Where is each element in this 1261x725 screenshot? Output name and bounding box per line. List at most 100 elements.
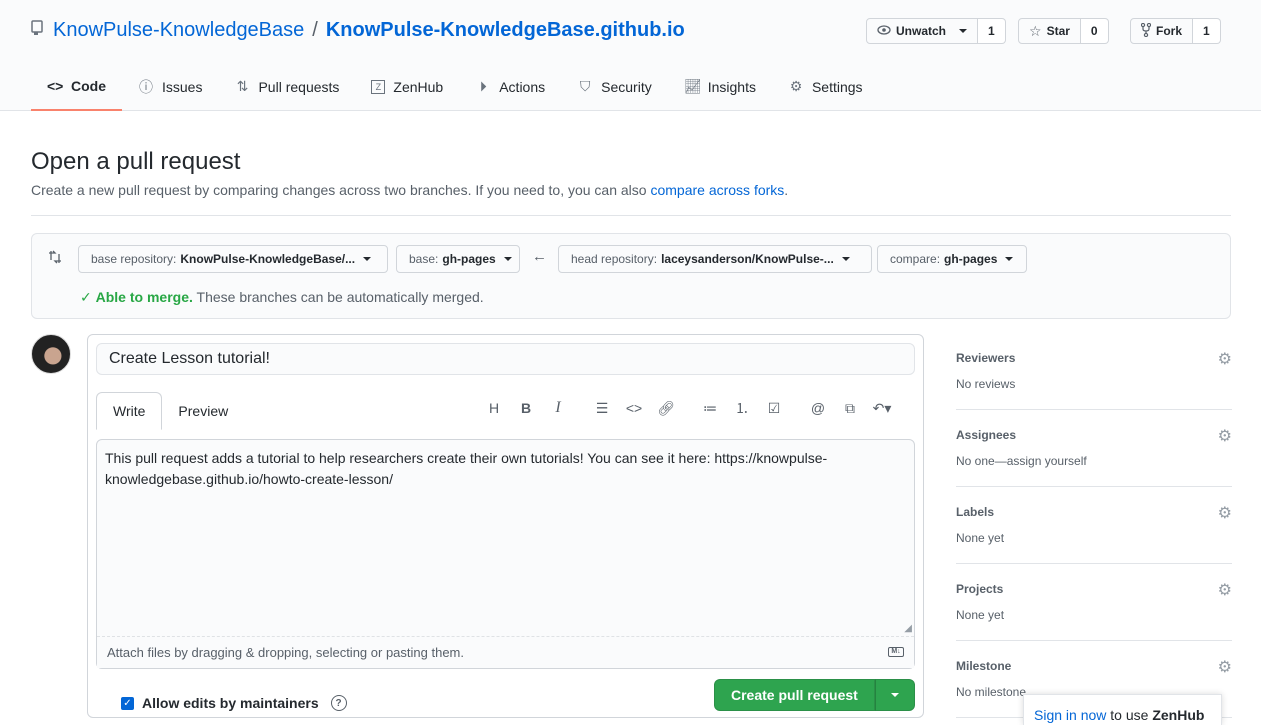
sidebar-labels: Labels ⚙ None yet <box>956 487 1232 564</box>
star-button[interactable]: ☆ Star <box>1018 18 1081 44</box>
tab-pull-requests[interactable]: ⇅ Pull requests <box>218 62 355 111</box>
zenhub-signin-link[interactable]: Sign in now <box>1034 707 1106 723</box>
sidebar-heading[interactable]: Labels <box>956 505 994 519</box>
star-count[interactable]: 0 <box>1080 18 1109 44</box>
create-pr-button[interactable]: Create pull request <box>714 679 875 711</box>
watch-group: Unwatch 1 <box>866 18 1006 44</box>
tab-issues[interactable]: ⓘ Issues <box>122 62 218 111</box>
pr-composer: Write Preview H B I ☰ <> 🔗︎ ≔ ⒈ ☑ @ ⧉ ↶▾… <box>87 334 924 718</box>
repo-icon <box>31 20 43 41</box>
repo-owner-link[interactable]: KnowPulse-KnowledgeBase <box>53 19 304 42</box>
compare-value: gh-pages <box>944 252 998 266</box>
italic-icon[interactable]: I <box>542 397 574 419</box>
pr-body-text[interactable]: This pull request adds a tutorial to hel… <box>97 440 914 636</box>
issue-icon: ⓘ <box>139 78 153 95</box>
sidebar-heading[interactable]: Assignees <box>956 428 1016 442</box>
write-preview-tabs: Write Preview <box>96 392 244 430</box>
code-icon[interactable]: <> <box>618 397 650 419</box>
markdown-icon[interactable]: M↓ <box>888 647 904 657</box>
tab-label: Settings <box>811 78 863 95</box>
allow-edits-checkbox-row[interactable]: ✓ Allow edits by maintainers ? <box>121 695 347 711</box>
fork-button[interactable]: Fork <box>1130 18 1194 44</box>
quote-icon[interactable]: ☰ <box>586 397 618 419</box>
sidebar-projects: Projects ⚙ None yet <box>956 564 1232 641</box>
repo-name-link[interactable]: KnowPulse-KnowledgeBase.github.io <box>326 19 685 42</box>
reply-icon[interactable]: ↶▾ <box>866 397 898 419</box>
head-repository-select[interactable]: head repository: laceysanderson/KnowPulse… <box>558 245 872 273</box>
resize-handle-icon[interactable]: ◢ <box>904 623 912 634</box>
compare-branch-select[interactable]: compare: gh-pages <box>877 245 1027 273</box>
gear-icon[interactable]: ⚙ <box>1218 503 1232 523</box>
tab-write[interactable]: Write <box>96 392 163 430</box>
tab-label: ZenHub <box>393 78 444 95</box>
fork-count[interactable]: 1 <box>1193 18 1221 44</box>
tab-label: Insights <box>707 78 756 95</box>
zenhub-brand: ZenHub <box>1152 707 1205 723</box>
tab-code[interactable]: <> Code <box>31 62 122 111</box>
code-icon: <> <box>47 77 64 94</box>
cross-reference-icon[interactable]: ⧉ <box>834 397 866 419</box>
markdown-toolbar: H B I ☰ <> 🔗︎ ≔ ⒈ ☑ @ ⧉ ↶▾ <box>478 397 898 419</box>
task-list-icon[interactable]: ☑ <box>758 397 790 419</box>
sidebar-value: None yet <box>956 531 1005 545</box>
pr-body-editor[interactable]: This pull request adds a tutorial to hel… <box>96 439 915 669</box>
tab-insights[interactable]: 📈︎ Insights <box>668 62 772 111</box>
numbered-list-icon[interactable]: ⒈ <box>726 397 758 419</box>
gear-icon[interactable]: ⚙ <box>1218 349 1232 369</box>
chevron-down-icon <box>890 693 899 697</box>
base-branch-select[interactable]: base: gh-pages <box>396 245 520 273</box>
sidebar-assignees: Assignees ⚙ No one—assign yourself <box>956 410 1232 487</box>
check-icon: ✓ <box>80 289 92 305</box>
tab-security[interactable]: ⛉ Security <box>561 62 668 111</box>
graph-icon: 📈︎ <box>683 78 702 94</box>
tab-actions[interactable]: ⏵ Actions <box>459 62 561 111</box>
sidebar-value[interactable]: No one—assign yourself <box>956 454 1087 468</box>
gear-icon[interactable]: ⚙ <box>1218 580 1232 600</box>
fork-icon <box>1140 22 1152 40</box>
create-pr-dropdown[interactable] <box>874 679 915 711</box>
tab-zenhub[interactable]: Z ZenHub <box>355 62 459 111</box>
sidebar-value: No milestone <box>956 685 1027 699</box>
pr-icon: ⇅ <box>236 78 249 94</box>
pr-title-input[interactable] <box>96 343 915 375</box>
tab-preview[interactable]: Preview <box>162 392 244 430</box>
tab-label: Pull requests <box>258 78 340 95</box>
tab-settings[interactable]: ⚙ Settings <box>772 62 879 111</box>
sidebar-value: No reviews <box>956 377 1016 391</box>
chevron-down-icon <box>959 29 968 33</box>
gear-icon: ⚙ <box>789 78 803 94</box>
watch-count[interactable]: 1 <box>978 18 1006 44</box>
base-label: base: <box>409 252 439 266</box>
allow-edits-label: Allow edits by maintainers <box>142 695 319 711</box>
fork-group: Fork 1 <box>1130 18 1221 44</box>
base-repository-select[interactable]: base repository: KnowPulse-KnowledgeBase/… <box>78 245 388 273</box>
star-group: ☆ Star 0 <box>1018 18 1109 44</box>
chevron-down-icon <box>363 257 372 261</box>
allow-edits-checkbox[interactable]: ✓ <box>121 696 134 710</box>
compare-forks-link[interactable]: compare across forks <box>650 182 784 198</box>
repo-separator: / <box>312 19 318 41</box>
gear-icon[interactable]: ⚙ <box>1218 426 1232 446</box>
bold-icon[interactable]: B <box>510 397 542 419</box>
bullet-list-icon[interactable]: ≔ <box>694 397 726 419</box>
sidebar-heading[interactable]: Milestone <box>956 659 1011 673</box>
heading-icon[interactable]: H <box>478 397 510 419</box>
merge-status: ✓ Able to merge. These branches can be a… <box>80 289 484 306</box>
sidebar-heading[interactable]: Projects <box>956 582 1003 596</box>
fork-label: Fork <box>1156 24 1183 38</box>
watch-button[interactable]: Unwatch <box>866 18 979 44</box>
avatar[interactable] <box>31 334 71 374</box>
range-editor: base repository: KnowPulse-KnowledgeBase/… <box>31 233 1231 319</box>
chevron-down-icon <box>503 257 512 261</box>
body-line: knowledgebase.github.io/howto-create-les… <box>105 471 393 487</box>
zenhub-icon: Z <box>371 79 386 94</box>
gear-icon[interactable]: ⚙ <box>1218 657 1232 677</box>
sidebar-heading[interactable]: Reviewers <box>956 351 1015 365</box>
mention-icon[interactable]: @ <box>802 397 834 419</box>
attach-hint: Attach files by dragging & dropping, sel… <box>107 645 464 660</box>
link-icon[interactable]: 🔗︎ <box>650 397 682 419</box>
tab-label: Code <box>71 77 106 94</box>
help-icon[interactable]: ? <box>330 695 347 711</box>
compare-label: compare: <box>890 252 941 266</box>
attach-files-area[interactable]: Attach files by dragging & dropping, sel… <box>97 636 914 668</box>
